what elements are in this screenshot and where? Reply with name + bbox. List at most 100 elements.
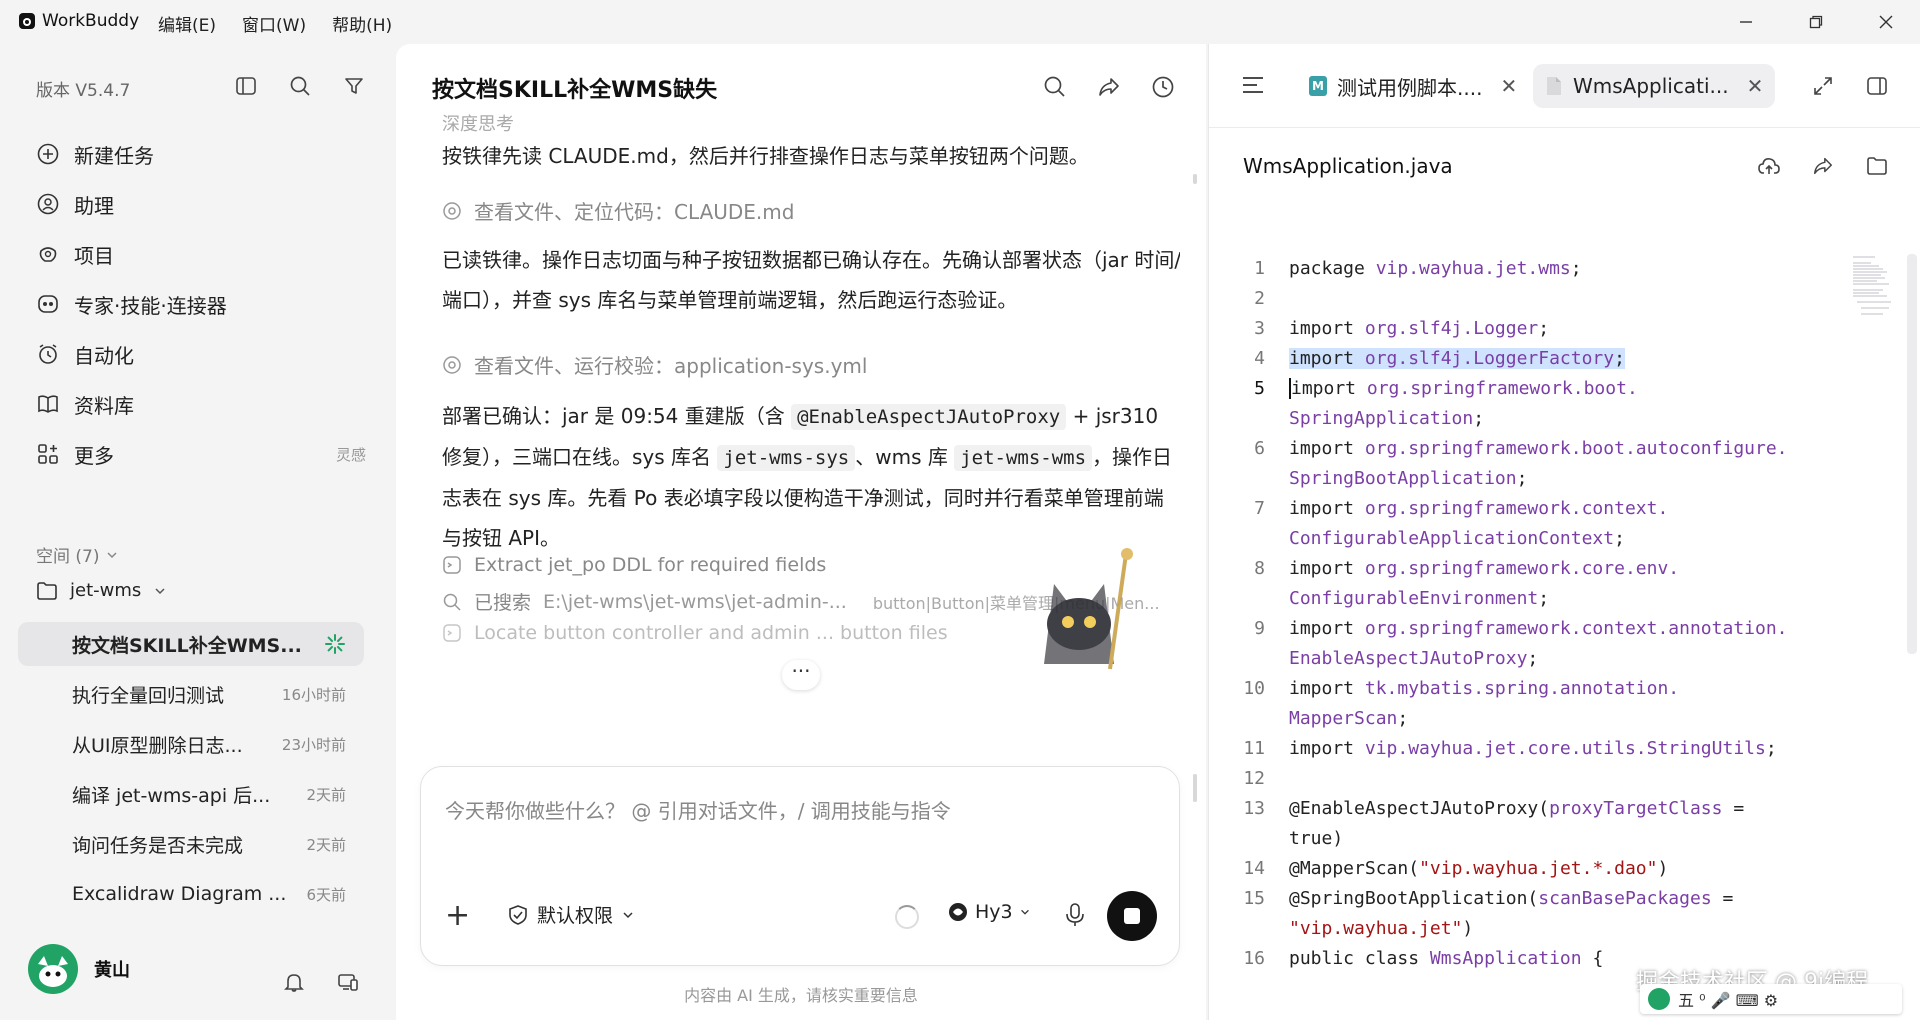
share-button[interactable] bbox=[1094, 72, 1124, 102]
nav-label: 新建任务 bbox=[74, 143, 154, 168]
nav-project[interactable]: 项目 bbox=[36, 234, 366, 274]
space-header[interactable]: 空间 (7) bbox=[36, 542, 119, 567]
file-share-button[interactable] bbox=[1809, 152, 1837, 180]
task-item[interactable]: 从UI原型删除日志... 23小时前 bbox=[18, 722, 364, 766]
chat-scrollbar[interactable] bbox=[1192, 174, 1198, 834]
line-number: 10 bbox=[1243, 678, 1265, 699]
tool-file: application-sys.yml bbox=[674, 354, 868, 378]
chat-search-button[interactable] bbox=[1040, 72, 1070, 102]
minimize-button[interactable] bbox=[1728, 8, 1764, 36]
notifications-button[interactable] bbox=[280, 968, 308, 996]
task-title: 询问任务是否未完成 bbox=[72, 834, 244, 857]
message-list[interactable]: 深度思考 按铁律先读 CLAUDE.md，然后并行排查操作日志与菜单按钮两个问题… bbox=[420, 114, 1180, 804]
task-item[interactable]: 执行全量回归测试 16小时前 bbox=[18, 672, 364, 716]
code-editor[interactable]: 1 package vip.wayhua.jet.wms; 2 3 import o… bbox=[1209, 254, 1809, 998]
line-number: 1 bbox=[1254, 258, 1265, 279]
toggle-panel-button[interactable] bbox=[1863, 72, 1891, 100]
menu-edit[interactable]: 编辑(E) bbox=[158, 11, 216, 36]
user-profile[interactable]: 黄山 bbox=[28, 944, 130, 994]
task-title: Excalidraw Diagram ... bbox=[72, 883, 287, 905]
close-icon bbox=[1879, 15, 1893, 29]
close-tab-button[interactable]: ✕ bbox=[1500, 74, 1517, 98]
ime-status: 五 ⁰ 🎤 ⌨ ⚙ bbox=[1678, 991, 1779, 1010]
editor-tabs-bar: M 测试用例脚本.... ✕ WmsApplicati... ✕ bbox=[1209, 44, 1920, 128]
nav-assistant[interactable]: 助理 bbox=[36, 184, 366, 224]
nav-label: 项目 bbox=[74, 243, 114, 268]
inline-code: @EnableAspectJAutoProxy bbox=[791, 404, 1067, 430]
upload-button[interactable] bbox=[1755, 152, 1783, 180]
task-item[interactable]: Excalidraw Diagram ... 6天前 bbox=[18, 872, 364, 916]
line-number: 15 bbox=[1243, 888, 1265, 909]
folder-icon bbox=[1867, 157, 1887, 175]
inline-code: jet-wms-sys bbox=[717, 445, 856, 471]
line-number: 2 bbox=[1254, 288, 1265, 309]
nav-new-task[interactable]: 新建任务 bbox=[36, 134, 366, 174]
menu-bar: 编辑(E) 窗口(W) 帮助(H) bbox=[158, 11, 392, 36]
eye-icon bbox=[443, 201, 461, 220]
more-steps-button[interactable]: ··· bbox=[782, 660, 820, 690]
menu-icon[interactable] bbox=[1241, 74, 1265, 96]
project-folder[interactable]: jet-wms bbox=[36, 580, 167, 601]
menu-window[interactable]: 窗口(W) bbox=[242, 11, 306, 36]
code-line: 6 import org.springframework.boot.autocon… bbox=[1209, 434, 1809, 464]
editor-scrollbar[interactable] bbox=[1907, 254, 1917, 654]
task-item[interactable]: 编译 jet-wms-api 后... 2天前 bbox=[18, 772, 364, 816]
nav-automation[interactable]: 自动化 bbox=[36, 334, 366, 374]
inspiration-hint[interactable]: 灵感 bbox=[336, 444, 366, 465]
nav-library[interactable]: 资料库 bbox=[36, 384, 366, 424]
search-icon bbox=[443, 593, 461, 611]
microphone-icon[interactable] bbox=[1063, 901, 1087, 929]
assistant-message: 按铁律先读 CLAUDE.md，然后并行排查操作日志与菜单按钮两个问题。 bbox=[442, 144, 1089, 168]
code-minimap[interactable] bbox=[1853, 254, 1895, 324]
msg-part: 、wms 库 bbox=[855, 445, 955, 469]
share-icon bbox=[1099, 78, 1119, 96]
msg-part: 部署已确认：jar 是 09:54 重建版（含 bbox=[442, 404, 792, 428]
attach-button[interactable]: + bbox=[445, 901, 470, 931]
task-title: 按文档SKILL补全WMS... bbox=[72, 634, 302, 657]
model-select[interactable]: Hy3 bbox=[947, 901, 1031, 923]
filter-button[interactable] bbox=[340, 72, 368, 100]
history-button[interactable] bbox=[1148, 72, 1178, 102]
tab-wmsapplication[interactable]: WmsApplicati... ✕ bbox=[1533, 64, 1776, 108]
menu-help[interactable]: 帮助(H) bbox=[332, 11, 392, 36]
restore-button[interactable] bbox=[1798, 8, 1834, 36]
close-window-button[interactable] bbox=[1868, 8, 1904, 36]
code-line-wrap: ConfigurableEnvironment; bbox=[1289, 588, 1550, 609]
permission-label: 默认权限 bbox=[537, 905, 614, 927]
open-folder-button[interactable] bbox=[1863, 152, 1891, 180]
sidebar-search-button[interactable] bbox=[286, 72, 314, 100]
task-item[interactable]: 询问任务是否未完成 2天前 bbox=[18, 822, 364, 866]
line-number: 16 bbox=[1243, 948, 1265, 969]
nav-more[interactable]: 更多 灵感 bbox=[36, 434, 366, 474]
step-extract-ddl[interactable]: Extract jet_po DDL for required fields bbox=[442, 554, 826, 576]
composer-input[interactable]: 今天帮你做些什么？ @ 引用对话文件，/ 调用技能与指令 bbox=[445, 795, 951, 824]
task-item-active[interactable]: 按文档SKILL补全WMS... bbox=[18, 622, 364, 666]
tool-call-view-file[interactable]: 查看文件、定位代码：CLAUDE.md bbox=[442, 196, 794, 225]
step-locate[interactable]: Locate button controller and admin ... b… bbox=[442, 622, 948, 644]
stop-generation-button[interactable] bbox=[1107, 891, 1157, 941]
sidebar-panel-icon bbox=[236, 77, 256, 95]
code-line: 11 import vip.wayhua.jet.core.utils.Strin… bbox=[1209, 734, 1809, 764]
cloud-upload-icon bbox=[1758, 158, 1780, 174]
devices-button[interactable] bbox=[334, 968, 362, 996]
toggle-sidebar-button[interactable] bbox=[232, 72, 260, 100]
assistant-message: 已读铁律。操作日志切面与种子按钮数据都已确认存在。先确认部署状态（jar 时间/… bbox=[442, 248, 1180, 312]
nav-experts[interactable]: 专家·技能·连接器 bbox=[36, 284, 366, 324]
chevron-down-icon bbox=[155, 587, 165, 594]
model-label: Hy3 bbox=[975, 901, 1013, 923]
chat-composer[interactable]: 今天帮你做些什么？ @ 引用对话文件，/ 调用技能与指令 + 默认权限 Hy3 bbox=[420, 766, 1180, 966]
title-bar: WorkBuddy 编辑(E) 窗口(W) 帮助(H) bbox=[0, 0, 1920, 44]
line-number: 6 bbox=[1254, 438, 1265, 459]
tool-label: 查看文件、运行校验： bbox=[474, 354, 674, 378]
line-number: 9 bbox=[1254, 618, 1265, 639]
loading-spinner bbox=[895, 905, 919, 929]
tool-call-run-check[interactable]: 查看文件、运行校验：application-sys.yml bbox=[442, 350, 867, 379]
tab-test-script[interactable]: M 测试用例脚本.... ✕ bbox=[1297, 64, 1529, 108]
expand-button[interactable] bbox=[1809, 72, 1837, 100]
nav-label: 专家·技能·连接器 bbox=[74, 293, 227, 318]
ime-toolbar[interactable]: 五 ⁰ 🎤 ⌨ ⚙ bbox=[1640, 984, 1902, 1014]
restore-icon bbox=[1809, 15, 1823, 29]
close-tab-button[interactable]: ✕ bbox=[1747, 74, 1764, 98]
permission-select[interactable]: 默认权限 bbox=[507, 901, 635, 928]
avatar bbox=[28, 944, 78, 994]
